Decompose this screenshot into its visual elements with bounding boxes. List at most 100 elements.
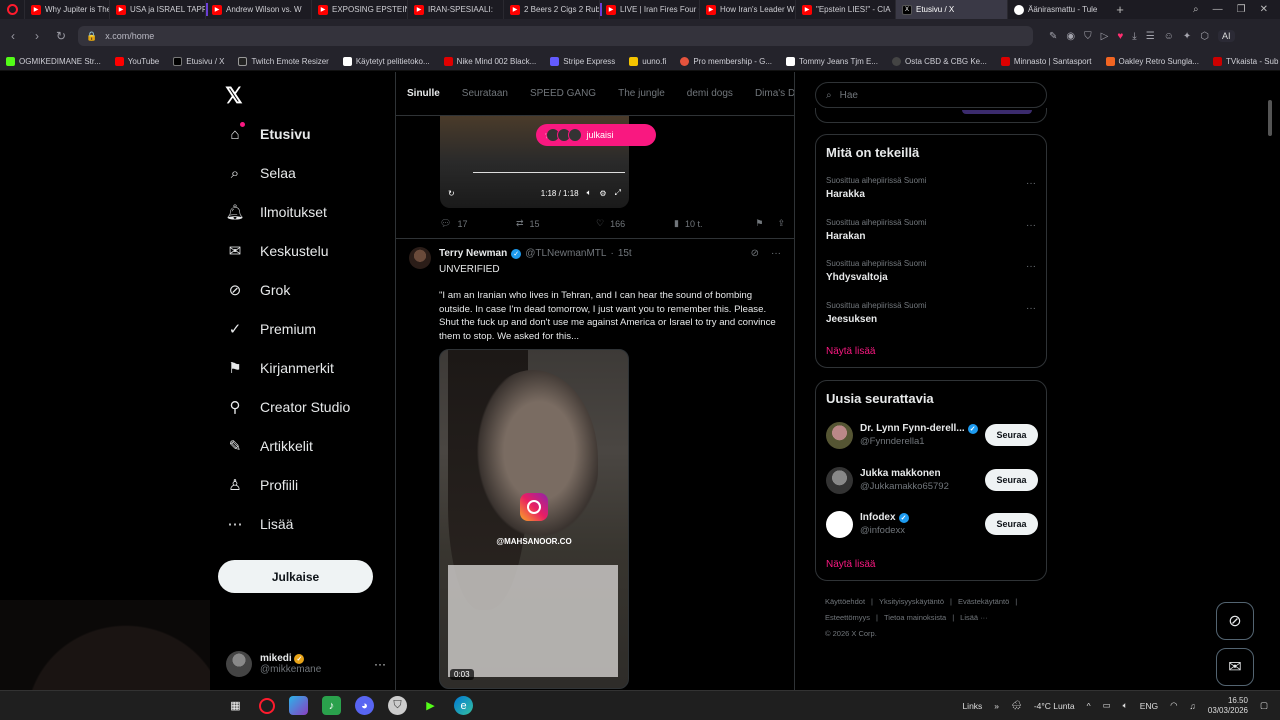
nav-creator-studio[interactable]: ⚲ Creator Studio	[226, 398, 351, 416]
profile-icon[interactable]: ☺	[1164, 31, 1174, 42]
back-icon[interactable]: ‹	[6, 29, 20, 43]
more-icon[interactable]: ···	[374, 657, 386, 671]
nav-profile[interactable]: ♙ Profiili	[226, 476, 298, 494]
grok-icon[interactable]: ⊘	[751, 248, 759, 259]
bookmark-item[interactable]: Oakley Retro Sungla...	[1105, 57, 1199, 66]
share-icon[interactable]: ⇪	[777, 218, 785, 229]
speaker-icon[interactable]: ♫	[1190, 701, 1196, 711]
footer-link[interactable]: Lisää ···	[960, 613, 988, 622]
tab-following[interactable]: Seurataan	[462, 88, 508, 99]
footer-link[interactable]: Käyttöehdot	[825, 597, 865, 606]
bookmark-item[interactable]: Osta CBD & CBG Ke...	[892, 57, 987, 66]
bookmark-item[interactable]: Minnasto | Santasport	[1000, 57, 1092, 66]
search-input[interactable]: ⌕ Hae	[815, 82, 1047, 108]
edit-icon[interactable]: ✎	[1049, 31, 1057, 42]
language-indicator[interactable]: ENG	[1140, 701, 1158, 711]
trend-item[interactable]: Suosittua aihepiirissä Suomi Jeesuksen ·…	[826, 301, 1038, 325]
search-tabs-icon[interactable]: ⌕	[1193, 4, 1199, 15]
tab-for-you[interactable]: Sinulle	[407, 88, 440, 99]
edge-icon[interactable]: e	[454, 696, 473, 715]
bookmark-item[interactable]: Nike Mind 002 Black...	[443, 57, 536, 66]
nav-notifications[interactable]: 🔔︎ Ilmoitukset	[225, 203, 326, 221]
reload-icon[interactable]: ↻	[54, 29, 68, 43]
more-icon[interactable]: ···	[1026, 303, 1036, 314]
replay-icon[interactable]: ↻	[448, 189, 455, 198]
tab-the-jungle[interactable]: The jungle	[618, 88, 665, 99]
like-button[interactable]: ♡ 166	[596, 218, 674, 229]
task-view-icon[interactable]: ▦	[226, 696, 245, 715]
opera-icon[interactable]	[259, 697, 275, 714]
shield-icon[interactable]: ⛉	[388, 696, 407, 715]
settings-icon[interactable]: ⚙	[599, 189, 606, 198]
volume-icon[interactable]: 🔈︎	[1123, 700, 1128, 711]
x-logo-icon[interactable]: 𝕏	[225, 83, 243, 109]
show-more-link[interactable]: Näytä lisää	[826, 559, 875, 570]
trend-item[interactable]: Suosittua aihepiirissä Suomi Harakka ···	[826, 176, 1038, 200]
tab-dimas-dist[interactable]: Dima's Dist	[755, 88, 794, 99]
forward-icon[interactable]: ›	[30, 29, 44, 43]
bookmark-item[interactable]: Tommy Jeans Tjm E...	[786, 57, 878, 66]
shield-icon[interactable]: ⛉	[1084, 31, 1092, 42]
bookmark-item[interactable]: YouTube	[114, 57, 159, 66]
footer-link[interactable]: Tietoa mainoksista	[884, 613, 946, 622]
browser-tab[interactable]: ▶Why Jupiter is The Sc	[24, 0, 109, 19]
camera-icon[interactable]: ◉	[1066, 31, 1075, 42]
minimize-icon[interactable]: —	[1213, 4, 1223, 15]
nav-grok[interactable]: ⊘ Grok	[226, 281, 291, 299]
tab-demi-dogs[interactable]: demi dogs	[687, 88, 733, 99]
follow-button[interactable]: Seuraa	[984, 424, 1038, 446]
footer-link[interactable]: Esteettömyys	[825, 613, 870, 622]
spotify-icon[interactable]: ♪	[322, 696, 341, 715]
heart-icon[interactable]: ♥	[1117, 31, 1123, 42]
browser-tab[interactable]: ▶ LIVE | Iran Fires Four C	[599, 0, 699, 19]
nav-premium[interactable]: ✓ Premium	[226, 320, 316, 338]
messages-fab[interactable]: ✉	[1216, 648, 1254, 686]
more-icon[interactable]: ···	[1026, 220, 1036, 231]
tweet-time[interactable]: 15t	[618, 248, 632, 259]
browser-tab[interactable]: ▶ How Iran's Leader W	[699, 0, 795, 19]
browser-tab[interactable]: Äänirasmattu - Tule	[1007, 0, 1111, 19]
menu-icon[interactable]: ☰	[1146, 31, 1155, 42]
fullscreen-icon[interactable]: ⤢	[615, 188, 621, 198]
app-icon[interactable]	[289, 696, 308, 715]
more-icon[interactable]: ···	[1026, 178, 1036, 189]
maximize-icon[interactable]: ❐	[1237, 4, 1246, 15]
trend-item[interactable]: Suosittua aihepiirissä Suomi Yhdysvaltoj…	[826, 259, 1038, 283]
url-field[interactable]: 🔒 x.com/home	[78, 26, 1033, 46]
ai-button[interactable]: AI	[1218, 30, 1235, 42]
views-button[interactable]: ▮ 10 t.	[674, 218, 754, 229]
scrollbar-thumb[interactable]	[1268, 100, 1272, 136]
browser-tab[interactable]: ▶ 2 Beers 2 Cigs 2 Rubik	[503, 0, 599, 19]
bookmark-item[interactable]: Pro membership - G...	[680, 57, 772, 66]
repost-button[interactable]: ⇄ 15	[516, 218, 596, 229]
follow-suggestion[interactable]: Dr. Lynn Fynn-derell... ✓ @Fynnderella1 S…	[826, 419, 1038, 451]
tray-chevron-icon[interactable]: ^	[1087, 701, 1091, 711]
browser-tab[interactable]: ▶USA ja ISRAEL TAPPO	[109, 0, 205, 19]
bookmark-item[interactable]: OGMIKEDIMANE Str...	[6, 57, 101, 66]
bookmark-item[interactable]: Stripe Express	[550, 57, 615, 66]
follow-suggestion[interactable]: Infodex ✓ @infodexx Seuraa	[826, 508, 1038, 540]
bookmark-item[interactable]: uuno.fi	[629, 57, 666, 66]
video-player[interactable]: @MAHSANOOR.CO 0:03	[439, 349, 629, 689]
show-more-link[interactable]: Näytä lisää	[826, 346, 875, 357]
bookmark-icon[interactable]: ⚑	[755, 218, 763, 229]
bookmark-item[interactable]: Käytetyt pelitietoko...	[342, 57, 430, 66]
follow-button[interactable]: Seuraa	[984, 469, 1038, 491]
reply-button[interactable]: 💬︎ 17	[440, 218, 516, 229]
bookmark-item[interactable]: TVkaista - Sub Suara	[1212, 57, 1280, 66]
post-button[interactable]: Julkaise	[218, 560, 373, 593]
account-switcher[interactable]: mikedi ✓ @mikkemane ···	[226, 647, 386, 681]
network-icon[interactable]: ▭	[1103, 700, 1111, 711]
tweet-author-handle[interactable]: @TLNewmanMTL	[525, 248, 606, 259]
opera-logo-icon[interactable]	[0, 0, 24, 19]
nav-home[interactable]: ⌂ Etusivu	[226, 122, 311, 143]
notifications-icon[interactable]: ▢	[1260, 700, 1268, 711]
tab-speed-gang[interactable]: SPEED GANG	[530, 88, 596, 99]
new-tab-button[interactable]: +	[1111, 2, 1129, 17]
avatar[interactable]	[409, 247, 431, 269]
download-icon[interactable]: ⤓	[1132, 31, 1136, 42]
more-icon[interactable]: ···	[771, 248, 781, 259]
follow-suggestion[interactable]: Jukka makkonen @Jukkamakko65792 Seuraa	[826, 464, 1038, 496]
cube-icon[interactable]: ⬡	[1200, 31, 1209, 42]
footer-link[interactable]: Yksityisyyskäytäntö	[879, 597, 944, 606]
